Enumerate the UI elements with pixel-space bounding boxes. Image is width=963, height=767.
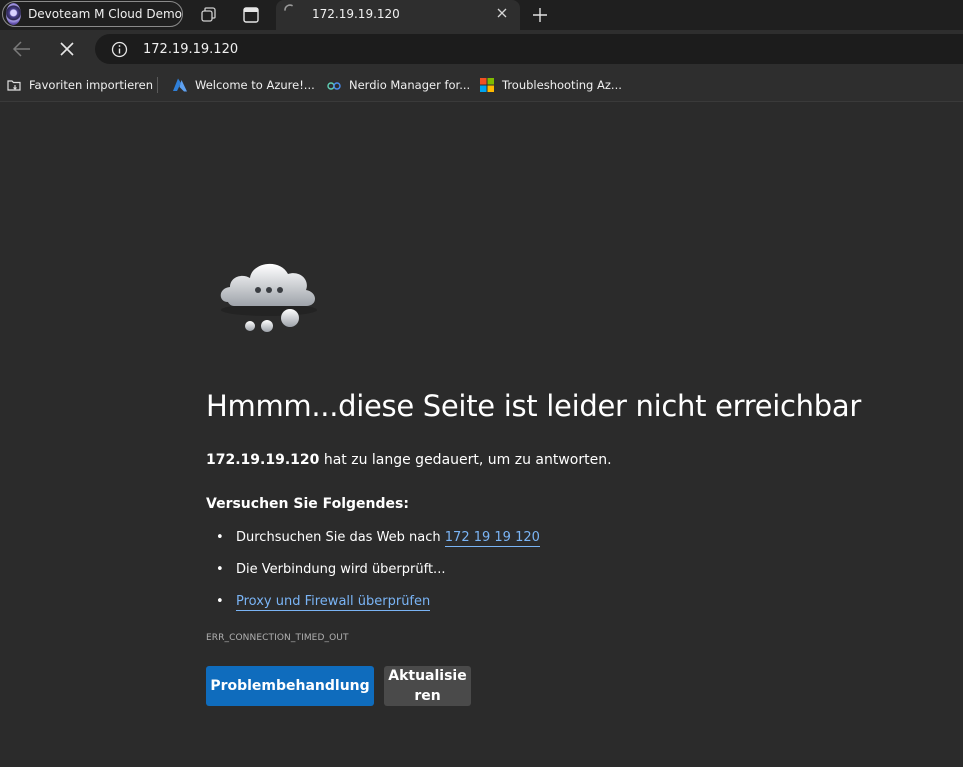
loading-spinner-icon — [284, 4, 293, 11]
profile-name: Devoteam M Cloud Demo — [28, 7, 182, 21]
proxy-firewall-link[interactable]: Proxy und Firewall überprüfen — [236, 594, 431, 611]
suggestion-checking: Die Verbindung wird überprüft... — [236, 562, 446, 577]
error-headline: Hmmm...diese Seite ist leider nicht erre… — [206, 389, 861, 423]
close-tab-icon[interactable] — [495, 6, 509, 20]
profile-button[interactable]: Devoteam M Cloud Demo — [2, 1, 183, 27]
favorite-nerdio[interactable]: Nerdio Manager for... — [326, 76, 470, 94]
bullet: • — [216, 594, 224, 609]
error-code: ERR_CONNECTION_TIMED_OUT — [206, 633, 349, 643]
suggestion-search: Durchsuchen Sie das Web nach 172 19 19 1… — [236, 530, 540, 547]
tab-strip: Devoteam M Cloud Demo 172.19.19.120 — [0, 0, 963, 30]
favorites-separator — [157, 77, 158, 93]
favorite-label: Favoriten importieren — [29, 78, 153, 92]
tab-title: 172.19.19.120 — [312, 7, 400, 21]
suggestion-search-text: Durchsuchen Sie das Web nach — [236, 530, 445, 545]
favorite-azure[interactable]: Welcome to Azure!... — [172, 76, 315, 94]
stop-loading-icon[interactable] — [56, 39, 78, 59]
thinking-cloud-icon — [220, 263, 317, 332]
azure-icon — [173, 78, 187, 92]
nerdio-icon — [327, 82, 341, 90]
active-tab[interactable]: 172.19.19.120 — [276, 0, 520, 30]
bullet: • — [216, 562, 224, 577]
favorite-label: Troubleshooting Az... — [502, 78, 622, 92]
error-message-text: hat zu lange gedauert, um zu antworten. — [319, 452, 612, 468]
favorite-label: Nerdio Manager for... — [349, 78, 471, 92]
troubleshoot-button[interactable]: Problembehandlung — [206, 666, 374, 706]
suggestions-title: Versuchen Sie Folgendes: — [206, 496, 409, 512]
vertical-tabs-icon[interactable] — [241, 5, 261, 25]
import-favorites-icon — [7, 80, 21, 91]
error-host: 172.19.19.120 — [206, 452, 320, 468]
info-icon[interactable] — [111, 41, 128, 58]
favorite-troubleshooting[interactable]: Troubleshooting Az... — [479, 76, 622, 94]
new-tab-icon[interactable] — [530, 5, 550, 25]
error-message: 172.19.19.120 hat zu lange gedauert, um … — [206, 452, 612, 468]
search-web-link[interactable]: 172 19 19 120 — [444, 530, 540, 547]
back-arrow-icon[interactable] — [11, 39, 33, 59]
bullet: • — [216, 530, 224, 545]
favorite-label: Welcome to Azure!... — [195, 78, 315, 92]
refresh-button[interactable]: Aktualisieren — [384, 666, 471, 706]
workspaces-icon[interactable] — [199, 5, 219, 25]
microsoft-icon — [480, 78, 494, 92]
suggestion-proxy: Proxy und Firewall überprüfen — [236, 594, 431, 611]
favorites-bar: Favoriten importieren Welcome to Azure!.… — [0, 68, 963, 102]
favorite-import[interactable]: Favoriten importieren — [6, 76, 153, 94]
url-text[interactable]: 172.19.19.120 — [143, 42, 238, 57]
profile-avatar — [6, 3, 22, 25]
toolbar: 172.19.19.120 — [0, 30, 963, 68]
address-bar[interactable]: 172.19.19.120 — [95, 34, 963, 64]
